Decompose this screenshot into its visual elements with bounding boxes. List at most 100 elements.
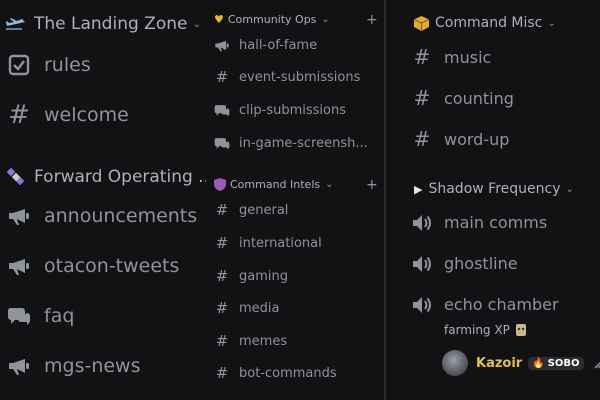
voice-channel-status: farming XP xyxy=(444,322,528,338)
channel-rules[interactable]: rules xyxy=(6,54,91,76)
hash-icon: # xyxy=(413,45,431,69)
forum-icon xyxy=(214,136,230,151)
channel-label: clip-submissions xyxy=(239,103,346,118)
heart-icon: ♥ xyxy=(214,13,224,26)
category-command-intels[interactable]: Command Intels ⌄ + xyxy=(214,177,384,193)
channel-label: media xyxy=(239,301,280,316)
channel-column-1: The Landing Zone ⌄ rules # welcome Forwa… xyxy=(0,0,206,400)
channel-label: rules xyxy=(44,54,91,76)
channel-label: faq xyxy=(44,305,75,327)
flame-icon: 🔥 xyxy=(532,357,545,369)
channel-international[interactable]: # international xyxy=(214,234,322,252)
username: Kazoir xyxy=(476,355,523,371)
channel-clip-submissions[interactable]: clip-submissions xyxy=(214,103,346,118)
channel-label: counting xyxy=(444,88,514,108)
channel-media[interactable]: # media xyxy=(214,299,280,317)
channel-general[interactable]: # general xyxy=(214,201,289,219)
shield-icon xyxy=(214,178,226,191)
megaphone-icon xyxy=(214,38,230,53)
chevron-down-icon[interactable]: ⌄ xyxy=(565,184,573,195)
emoji-icon xyxy=(514,322,528,338)
channel-event-submissions[interactable]: # event-submissions xyxy=(214,70,361,86)
megaphone-icon xyxy=(6,255,32,277)
add-channel-icon[interactable]: + xyxy=(366,177,378,193)
category-label: Command Intels xyxy=(230,178,321,191)
hash-icon: # xyxy=(413,127,431,151)
channel-memes[interactable]: # memes xyxy=(214,332,288,350)
hash-icon: # xyxy=(215,267,229,285)
speaker-icon xyxy=(412,214,432,232)
channel-label: announcements xyxy=(44,205,198,227)
satellite-icon xyxy=(6,167,26,187)
hash-icon: # xyxy=(8,100,30,130)
channel-faq[interactable]: faq xyxy=(6,305,74,327)
speaker-icon xyxy=(412,255,432,273)
channel-music[interactable]: # music xyxy=(412,45,492,69)
channel-word-up[interactable]: # word-up xyxy=(412,127,510,151)
channel-label: music xyxy=(444,47,492,67)
channel-label: event-submissions xyxy=(239,70,361,85)
channel-hall-of-fame[interactable]: hall-of-fame xyxy=(214,38,317,53)
rules-checkbox-icon xyxy=(6,54,32,76)
channel-label: word-up xyxy=(444,129,510,149)
channel-column-2: ♥ Community Ops ⌄ + hall-of-fame # event… xyxy=(206,0,384,400)
megaphone-icon xyxy=(6,205,32,227)
channel-label: hall-of-fame xyxy=(239,38,318,53)
hash-icon: # xyxy=(215,201,229,219)
chevron-down-icon[interactable]: ⌄ xyxy=(192,19,200,30)
triangle-icon: ▶ xyxy=(414,182,423,196)
status-text: farming XP xyxy=(444,323,510,337)
channel-counting[interactable]: # counting xyxy=(412,88,514,108)
badge-label: SOBO xyxy=(547,357,580,369)
category-label: Community Ops xyxy=(227,13,317,26)
hash-icon: # xyxy=(215,234,229,252)
clan-badge: 🔥 SOBO xyxy=(528,356,584,370)
channel-label: ghostline xyxy=(444,254,518,273)
channel-welcome[interactable]: # welcome xyxy=(6,102,129,128)
hash-icon: # xyxy=(215,364,229,382)
megaphone-icon xyxy=(6,355,32,377)
channel-mgs-news[interactable]: mgs-news xyxy=(6,355,141,377)
forum-icon xyxy=(6,305,32,327)
category-label: Command Misc xyxy=(435,15,543,31)
channel-label: welcome xyxy=(44,104,129,126)
channel-label: general xyxy=(239,203,289,218)
channel-gaming[interactable]: # gaming xyxy=(214,267,288,285)
voice-channel-main-comms[interactable]: main comms xyxy=(412,213,547,232)
hash-icon: # xyxy=(413,86,431,110)
hash-icon: # xyxy=(215,299,229,317)
channel-in-game-screenshots[interactable]: in-game-screensh... xyxy=(214,136,368,151)
channel-label: mgs-news xyxy=(44,355,141,377)
channel-label: international xyxy=(239,236,322,251)
chevron-down-icon[interactable]: ⌄ xyxy=(547,18,555,29)
channel-bot-commands[interactable]: # bot-commands xyxy=(214,364,337,382)
voice-user-kazoir[interactable]: Kazoir 🔥 SOBO xyxy=(442,350,600,376)
box-icon xyxy=(414,15,429,31)
chevron-down-icon[interactable]: ⌄ xyxy=(321,14,329,25)
channel-label: otacon-tweets xyxy=(44,255,180,277)
category-community-ops[interactable]: ♥ Community Ops ⌄ + xyxy=(214,12,384,28)
hash-icon: # xyxy=(215,332,229,350)
streaming-icon xyxy=(593,357,600,369)
plane-icon xyxy=(6,17,26,31)
chevron-down-icon[interactable]: ⌄ xyxy=(325,179,333,190)
speaker-icon xyxy=(412,296,432,314)
channel-label: gaming xyxy=(239,269,288,284)
voice-channel-echo-chamber[interactable]: echo chamber xyxy=(412,295,559,314)
channel-announcements[interactable]: announcements xyxy=(6,205,197,227)
category-label: The Landing Zone xyxy=(34,14,188,34)
avatar xyxy=(442,350,468,376)
category-label: Forward Operating ... xyxy=(34,167,206,187)
category-label: Shadow Frequency xyxy=(428,181,561,197)
channel-label: bot-commands xyxy=(239,366,337,381)
channel-otacon-tweets[interactable]: otacon-tweets xyxy=(6,255,179,277)
voice-channel-ghostline[interactable]: ghostline xyxy=(412,254,518,273)
category-forward-operating[interactable]: Forward Operating ... xyxy=(6,167,206,187)
add-channel-icon[interactable]: + xyxy=(366,12,378,28)
channel-label: memes xyxy=(239,334,288,349)
category-command-misc[interactable]: Command Misc ⌄ + xyxy=(414,15,600,31)
category-shadow-frequency[interactable]: ▶ Shadow Frequency ⌄ + xyxy=(414,181,600,197)
category-landing-zone[interactable]: The Landing Zone ⌄ xyxy=(6,14,201,34)
channel-label: echo chamber xyxy=(444,295,559,314)
channel-label: in-game-screensh... xyxy=(239,136,368,151)
